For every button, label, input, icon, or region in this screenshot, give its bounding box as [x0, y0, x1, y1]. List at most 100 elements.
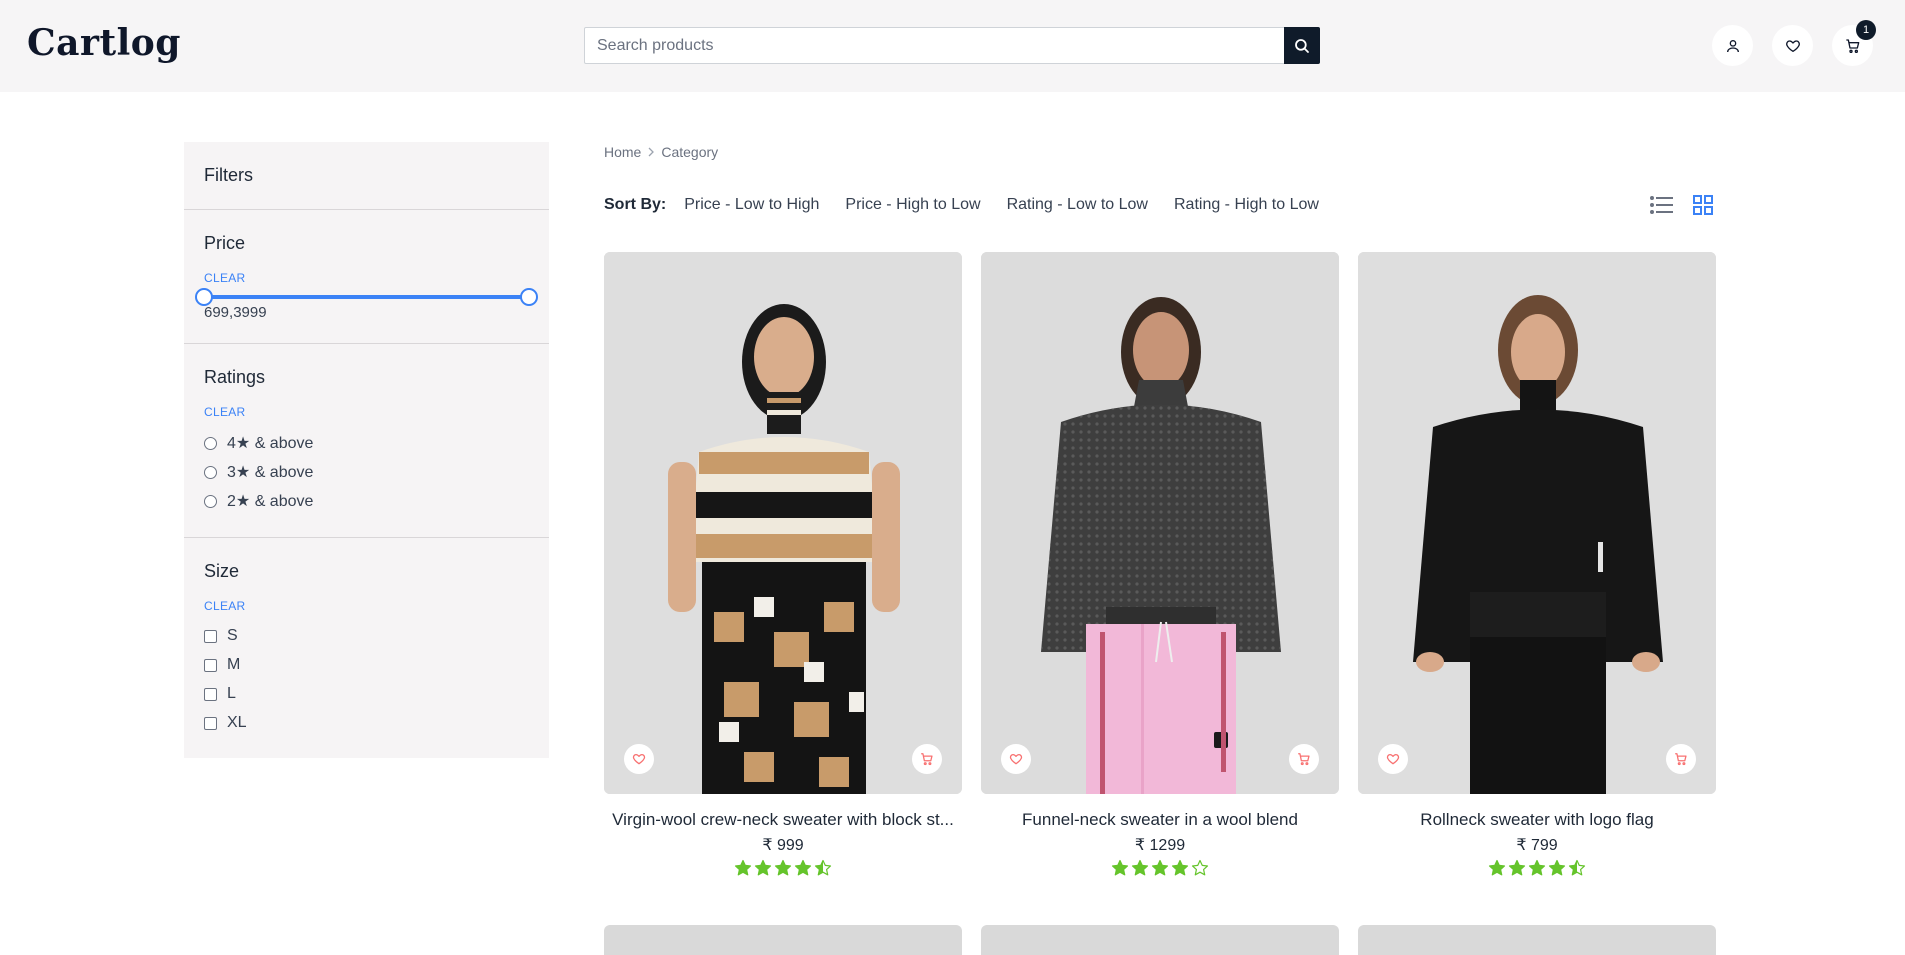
product-name[interactable]: Virgin-wool crew-neck sweater with block…	[604, 810, 962, 830]
breadcrumb-home[interactable]: Home	[604, 144, 641, 160]
product-name[interactable]: Funnel-neck sweater in a wool blend	[981, 810, 1339, 830]
ratings-clear-link[interactable]: CLEAR	[204, 405, 246, 419]
grid-view-button[interactable]	[1692, 194, 1714, 221]
search-icon	[1295, 38, 1309, 53]
size-option-l[interactable]: L	[204, 685, 236, 703]
size-checkbox[interactable]	[204, 687, 217, 701]
star-empty-icon	[1191, 859, 1209, 876]
size-checkbox[interactable]	[204, 658, 217, 672]
header: Cartlog 1	[0, 0, 1905, 92]
product-card-partial[interactable]	[981, 925, 1339, 955]
wishlist-button[interactable]	[1772, 25, 1813, 66]
price-range-value: 699,3999	[204, 304, 267, 321]
size-option-label: XL	[227, 714, 247, 731]
sort-label: Sort By:	[604, 196, 667, 213]
search-input[interactable]	[585, 28, 1284, 63]
size-clear-link[interactable]: CLEAR	[204, 599, 246, 613]
star-full-icon	[754, 859, 772, 876]
logo[interactable]: Cartlog	[27, 22, 181, 64]
product-rating	[604, 859, 962, 882]
star-full-icon	[1111, 859, 1129, 876]
sort-price-desc[interactable]: Price - High to Low	[845, 196, 980, 214]
filters-header: Filters	[184, 142, 549, 210]
size-filter: Size CLEAR S M L XL	[184, 538, 549, 758]
ratings-filter: Ratings CLEAR 4★ & above 3★ & above 2★ &…	[184, 344, 549, 538]
account-button[interactable]	[1712, 25, 1753, 66]
price-title: Price	[204, 233, 246, 253]
size-checkbox[interactable]	[204, 716, 217, 730]
heart-icon	[1009, 753, 1023, 765]
rating-radio[interactable]	[204, 465, 217, 479]
filters-title: Filters	[204, 165, 253, 185]
chevron-right-icon	[648, 147, 655, 157]
rating-option-4[interactable]: 4★ & above	[204, 433, 313, 453]
product-card[interactable]: Rollneck sweater with logo flag ₹ 799	[1358, 252, 1716, 882]
list-view-button[interactable]	[1650, 194, 1674, 221]
cart-icon	[921, 753, 933, 766]
star-full-icon	[1171, 859, 1189, 876]
product-rating	[981, 859, 1339, 882]
cart-icon	[1675, 753, 1687, 766]
cart-count-badge: 1	[1856, 20, 1876, 40]
list-view-icon	[1650, 196, 1673, 214]
breadcrumb-current: Category	[661, 144, 719, 160]
product-photo	[604, 252, 962, 794]
add-to-cart-button[interactable]	[912, 744, 942, 774]
rating-option-label: 3★ & above	[227, 464, 314, 481]
product-card[interactable]: Funnel-neck sweater in a wool blend ₹ 12…	[981, 252, 1339, 882]
cart-icon	[1845, 38, 1859, 53]
breadcrumb: Home Category	[604, 144, 718, 160]
size-option-s[interactable]: S	[204, 627, 238, 645]
grid-view-icon	[1693, 195, 1713, 215]
size-option-label: M	[227, 656, 241, 673]
sort-price-asc[interactable]: Price - Low to High	[684, 196, 819, 214]
product-price: ₹ 1299	[1134, 837, 1186, 854]
wishlist-toggle[interactable]	[624, 744, 654, 774]
product-price: ₹ 999	[762, 837, 804, 854]
rating-radio[interactable]	[204, 494, 217, 508]
star-full-icon	[1548, 859, 1566, 876]
rating-option-2[interactable]: 2★ & above	[204, 491, 313, 511]
add-to-cart-button[interactable]	[1666, 744, 1696, 774]
star-full-icon	[1131, 859, 1149, 876]
price-max-handle[interactable]	[520, 288, 538, 306]
size-option-xl[interactable]: XL	[204, 714, 247, 732]
star-half-icon	[1568, 859, 1586, 876]
size-checkbox[interactable]	[204, 629, 217, 643]
search-bar	[584, 27, 1320, 64]
price-range-track[interactable]	[204, 295, 529, 299]
sort-rating-desc[interactable]: Rating - High to Low	[1174, 196, 1319, 214]
size-option-m[interactable]: M	[204, 656, 240, 674]
star-full-icon	[774, 859, 792, 876]
heart-icon	[1785, 39, 1800, 52]
product-name[interactable]: Rollneck sweater with logo flag	[1358, 810, 1716, 830]
cart-icon	[1298, 753, 1310, 766]
product-card-partial[interactable]	[1358, 925, 1716, 955]
product-card[interactable]: Virgin-wool crew-neck sweater with block…	[604, 252, 962, 882]
cart-button[interactable]: 1	[1832, 20, 1876, 66]
size-option-label: L	[227, 685, 236, 702]
star-full-icon	[794, 859, 812, 876]
rating-radio[interactable]	[204, 436, 217, 450]
ratings-title: Ratings	[204, 367, 266, 387]
product-card-partial[interactable]	[604, 925, 962, 955]
wishlist-toggle[interactable]	[1378, 744, 1408, 774]
product-rating	[1358, 859, 1716, 882]
heart-icon	[632, 753, 646, 765]
sort-bar: Sort By: Price - Low to High Price - Hig…	[604, 196, 1345, 214]
product-image[interactable]	[1358, 252, 1716, 794]
product-image[interactable]	[604, 252, 962, 794]
wishlist-toggle[interactable]	[1001, 744, 1031, 774]
product-photo	[1358, 252, 1716, 794]
rating-option-3[interactable]: 3★ & above	[204, 462, 313, 482]
filters-panel: Filters Price CLEAR 699,3999 Ratings CLE…	[184, 142, 549, 758]
search-button[interactable]	[1284, 27, 1320, 64]
heart-icon	[1386, 753, 1400, 765]
add-to-cart-button[interactable]	[1289, 744, 1319, 774]
price-clear-link[interactable]: CLEAR	[204, 271, 246, 285]
sort-rating-asc[interactable]: Rating - Low to Low	[1007, 196, 1148, 214]
size-title: Size	[204, 561, 240, 581]
product-price: ₹ 799	[1516, 837, 1558, 854]
star-full-icon	[734, 859, 752, 876]
product-image[interactable]	[981, 252, 1339, 794]
